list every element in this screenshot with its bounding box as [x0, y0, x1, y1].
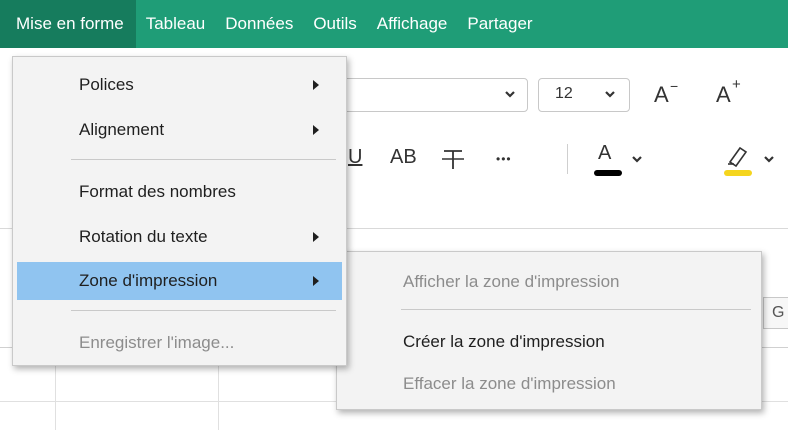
chevron-down-icon	[503, 87, 517, 104]
menu-item-label: Zone d'impression	[79, 271, 218, 290]
menu-separator	[401, 309, 751, 310]
partial-cell: G	[763, 297, 788, 329]
highlight-color-swatch	[724, 170, 752, 176]
create-print-area-item[interactable]: Créer la zone d'impression	[337, 324, 761, 360]
toolbar-divider	[567, 144, 568, 174]
all-caps-button[interactable]: AB	[390, 146, 417, 169]
clear-print-area-label: Effacer la zone d'impression	[403, 374, 616, 393]
font-name-dropdown[interactable]	[330, 78, 528, 112]
submenu-arrow-icon	[313, 276, 319, 286]
chevron-down-icon	[762, 152, 776, 171]
menu-item-polices[interactable]: Polices	[13, 67, 346, 103]
decrease-font-glyph: A	[654, 82, 669, 107]
menu-item-enregistrer-image: Enregistrer l'image...	[13, 325, 346, 361]
menu-donnees[interactable]: Données	[215, 0, 303, 48]
menu-mise-en-forme[interactable]: Mise en forme	[0, 0, 136, 48]
font-color-swatch	[594, 170, 622, 176]
chevron-down-icon	[603, 87, 617, 104]
menu-affichage[interactable]: Affichage	[367, 0, 458, 48]
decrease-font-button[interactable]: A −	[652, 78, 686, 112]
submenu-arrow-icon	[313, 125, 319, 135]
show-print-area-item: Afficher la zone d'impression	[337, 264, 761, 300]
menu-item-format-nombres[interactable]: Format des nombres	[13, 174, 346, 210]
format-menu: Polices Alignement Format des nombres Ro…	[12, 56, 347, 366]
increase-font-button[interactable]: A +	[714, 76, 748, 112]
menu-item-label: Alignement	[79, 120, 165, 139]
menu-item-zone-impression[interactable]: Zone d'impression	[17, 262, 342, 300]
underline-button[interactable]: U	[348, 146, 362, 169]
clear-print-area-item: Effacer la zone d'impression	[337, 367, 761, 401]
print-area-submenu: Afficher la zone d'impression Créer la z…	[336, 251, 762, 410]
more-formatting-button[interactable]: •••	[496, 152, 512, 166]
font-color-button[interactable]: A	[592, 140, 648, 180]
submenu-arrow-icon	[313, 232, 319, 242]
font-size-value: 12	[555, 85, 573, 102]
decrease-font-sign: −	[670, 78, 679, 94]
menu-separator	[71, 159, 336, 160]
strikethrough-icon[interactable]	[440, 146, 466, 177]
menu-item-label: Rotation du texte	[79, 227, 208, 246]
chevron-down-icon	[630, 152, 644, 171]
menu-outils[interactable]: Outils	[303, 0, 366, 48]
menu-item-label: Polices	[79, 75, 134, 94]
show-print-area-label: Afficher la zone d'impression	[403, 272, 620, 291]
increase-font-glyph: A	[716, 82, 731, 107]
menu-tableau[interactable]: Tableau	[136, 0, 216, 48]
submenu-arrow-icon	[313, 80, 319, 90]
menu-partager[interactable]: Partager	[457, 0, 542, 48]
font-color-glyph: A	[598, 142, 612, 164]
highlighter-icon	[724, 142, 750, 173]
menu-separator	[71, 310, 336, 311]
menu-item-label: Format des nombres	[79, 182, 236, 201]
menu-item-label: Enregistrer l'image...	[79, 333, 235, 352]
highlight-color-button[interactable]	[722, 140, 782, 180]
font-size-dropdown[interactable]: 12	[538, 78, 630, 112]
create-print-area-label: Créer la zone d'impression	[403, 332, 605, 351]
menu-item-rotation-texte[interactable]: Rotation du texte	[13, 219, 346, 255]
menu-bar: Mise en forme Tableau Données Outils Aff…	[0, 0, 788, 48]
increase-font-sign: +	[732, 76, 741, 93]
menu-item-alignement[interactable]: Alignement	[13, 112, 346, 148]
